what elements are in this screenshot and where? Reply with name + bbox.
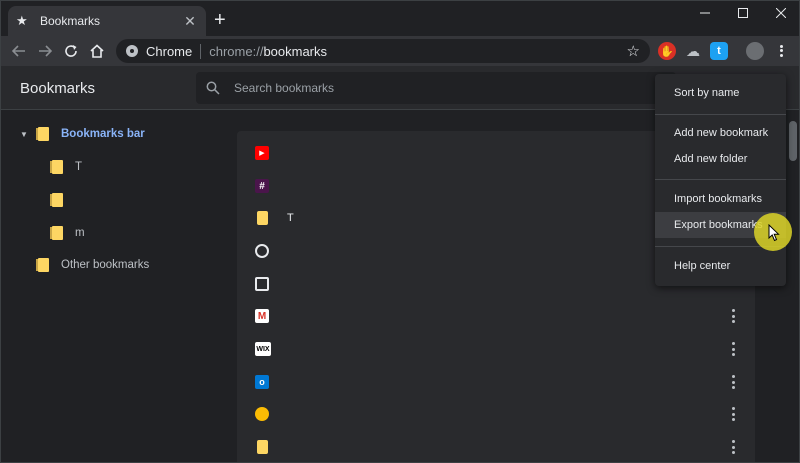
- list-item[interactable]: o: [237, 366, 755, 398]
- list-item[interactable]: [237, 398, 755, 430]
- avatar[interactable]: [746, 42, 764, 60]
- bookmark-title: T: [287, 212, 294, 224]
- youtube-icon: ▶: [255, 146, 269, 160]
- more-actions-button[interactable]: [727, 438, 739, 456]
- tree-item-label: T: [75, 161, 83, 173]
- more-actions-button[interactable]: [727, 340, 739, 358]
- reload-button[interactable]: [60, 40, 82, 62]
- chrome-menu-button[interactable]: [772, 44, 790, 58]
- more-actions-button[interactable]: [727, 307, 739, 325]
- tree-item-unnamed[interactable]: [50, 189, 75, 211]
- chrome-icon: [126, 45, 138, 57]
- maximize-icon: [738, 8, 748, 18]
- twitter-icon[interactable]: t: [710, 42, 728, 60]
- close-window-button[interactable]: [762, 0, 800, 26]
- home-button[interactable]: [86, 40, 108, 62]
- reload-icon: [65, 45, 77, 57]
- tab-title: Bookmarks: [40, 14, 101, 28]
- more-actions-button[interactable]: [727, 373, 739, 391]
- minimize-button[interactable]: [686, 0, 724, 26]
- organize-menu: Sort by name Add new bookmark Add new fo…: [655, 74, 786, 286]
- forward-button[interactable]: [34, 40, 56, 62]
- home-icon: [90, 44, 104, 58]
- more-actions-button[interactable]: [727, 405, 739, 423]
- wix-icon: WIX: [255, 342, 271, 356]
- menu-item-add-new-folder[interactable]: Add new folder: [655, 146, 786, 172]
- menu-divider: [655, 114, 786, 115]
- tree-item-t[interactable]: T: [50, 156, 83, 178]
- maximize-button[interactable]: [724, 0, 762, 26]
- address-bar[interactable]: Chrome chrome:// bookmarks ☆: [116, 39, 650, 63]
- list-item[interactable]: WIX: [237, 333, 755, 365]
- search-input[interactable]: [234, 81, 634, 95]
- close-tab-icon[interactable]: ✕: [182, 13, 198, 30]
- close-icon: [776, 8, 786, 18]
- folder-icon: [50, 226, 63, 240]
- screen-icon: [255, 277, 269, 291]
- folder-icon: [36, 258, 49, 272]
- folder-icon: [257, 211, 268, 225]
- tree-item-label: m: [75, 227, 85, 239]
- gmail-icon: M: [255, 309, 269, 323]
- browser-toolbar: Chrome chrome:// bookmarks ☆ ✋ ☁ t: [0, 36, 800, 66]
- menu-item-help-center[interactable]: Help center: [655, 253, 786, 279]
- cloud-extension-icon[interactable]: ☁: [684, 42, 702, 60]
- folder-icon: [257, 440, 268, 454]
- outlook-icon: o: [255, 375, 269, 389]
- scroll-thumb[interactable]: [789, 121, 797, 161]
- title-bar: ★ Bookmarks ✕ +: [0, 0, 800, 36]
- bookmark-star-icon[interactable]: ☆: [627, 42, 640, 60]
- adblock-icon[interactable]: ✋: [658, 42, 676, 60]
- page-title: Bookmarks: [20, 80, 96, 97]
- search-icon: [206, 81, 220, 95]
- tab-bookmarks[interactable]: ★ Bookmarks ✕: [8, 6, 206, 36]
- folder-icon: [50, 160, 63, 174]
- new-tab-button[interactable]: +: [214, 10, 226, 30]
- mouse-cursor-icon: [768, 224, 780, 242]
- menu-divider: [655, 179, 786, 180]
- menu-item-add-new-bookmark[interactable]: Add new bookmark: [655, 120, 786, 146]
- site-chip: Chrome: [146, 43, 202, 59]
- folder-icon: [36, 127, 49, 141]
- folder-icon: [50, 193, 63, 207]
- star-icon: ★: [16, 13, 28, 28]
- folder-tree: ▼ Bookmarks bar T m Other bookmarks: [0, 111, 196, 463]
- list-item[interactable]: M: [237, 300, 755, 332]
- menu-item-import-bookmarks[interactable]: Import bookmarks: [655, 186, 786, 212]
- tree-item-label: Bookmarks bar: [61, 128, 145, 140]
- bulb-icon: [255, 407, 269, 421]
- menu-item-sort-by-name[interactable]: Sort by name: [655, 80, 786, 106]
- tree-item-m[interactable]: m: [50, 222, 85, 244]
- search-box[interactable]: [196, 72, 676, 104]
- tree-item-label: Other bookmarks: [61, 259, 150, 271]
- back-button[interactable]: [8, 40, 30, 62]
- tree-item-other-bookmarks[interactable]: Other bookmarks: [36, 254, 150, 276]
- forward-arrow-icon: [39, 45, 52, 57]
- url-host: bookmarks: [263, 43, 328, 59]
- scrollbar[interactable]: [786, 111, 800, 463]
- minimize-icon: [700, 12, 710, 14]
- tree-item-bookmarks-bar[interactable]: ▼ Bookmarks bar: [20, 123, 145, 145]
- github-icon: [255, 244, 269, 258]
- url-scheme: chrome://: [209, 43, 264, 59]
- expand-arrow-icon[interactable]: ▼: [20, 130, 30, 139]
- list-item[interactable]: [237, 431, 755, 463]
- back-arrow-icon: [12, 45, 25, 57]
- slack-icon: #: [255, 179, 269, 193]
